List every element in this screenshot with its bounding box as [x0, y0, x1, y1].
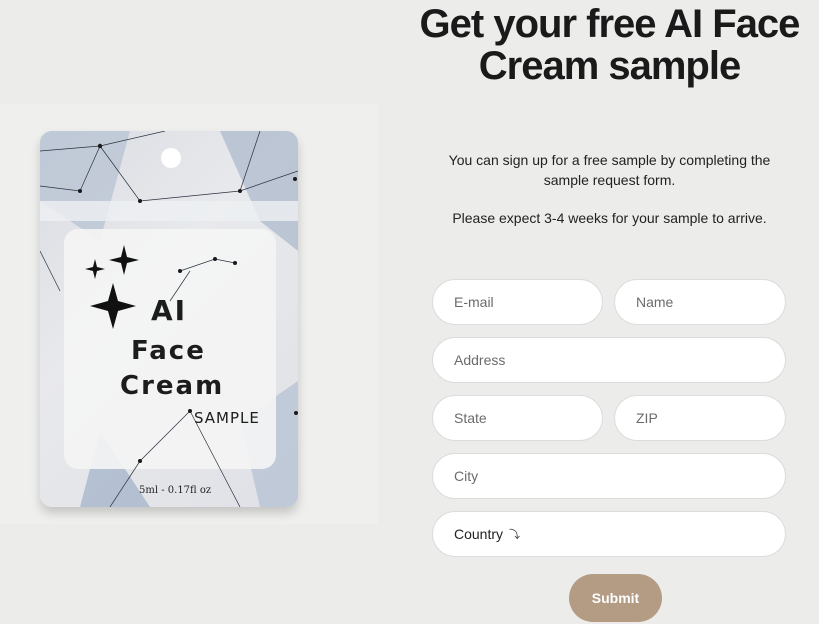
submit-button[interactable]: Submit [569, 574, 662, 622]
city-field[interactable] [432, 453, 786, 499]
intro-text: You can sign up for a free sample by com… [448, 152, 771, 188]
product-sample-tag: SAMPLE [194, 409, 260, 427]
product-sachet-image: AI Face Cream SAMPLE 5ml - 0.17fl oz [40, 131, 298, 507]
page-title: Get your free AI Face Cream sample [419, 2, 801, 88]
product-volume: 5ml - 0.17fl oz [139, 485, 212, 496]
address-field[interactable] [432, 337, 786, 383]
country-select[interactable]: Country ⤵ [432, 511, 786, 557]
hang-hole [161, 148, 181, 168]
delivery-notice: Please expect 3-4 weeks for your sample … [452, 210, 767, 226]
product-name-line3: Cream [120, 371, 225, 401]
email-field[interactable] [432, 279, 603, 325]
product-name-line2: Face [131, 336, 206, 366]
name-field[interactable] [614, 279, 786, 325]
state-field[interactable] [432, 395, 603, 441]
product-name-line1: AI [151, 294, 188, 327]
zip-field[interactable] [614, 395, 786, 441]
country-select-value: Country [454, 526, 504, 542]
curved-arrow-down-icon: ⤵ [509, 529, 521, 541]
